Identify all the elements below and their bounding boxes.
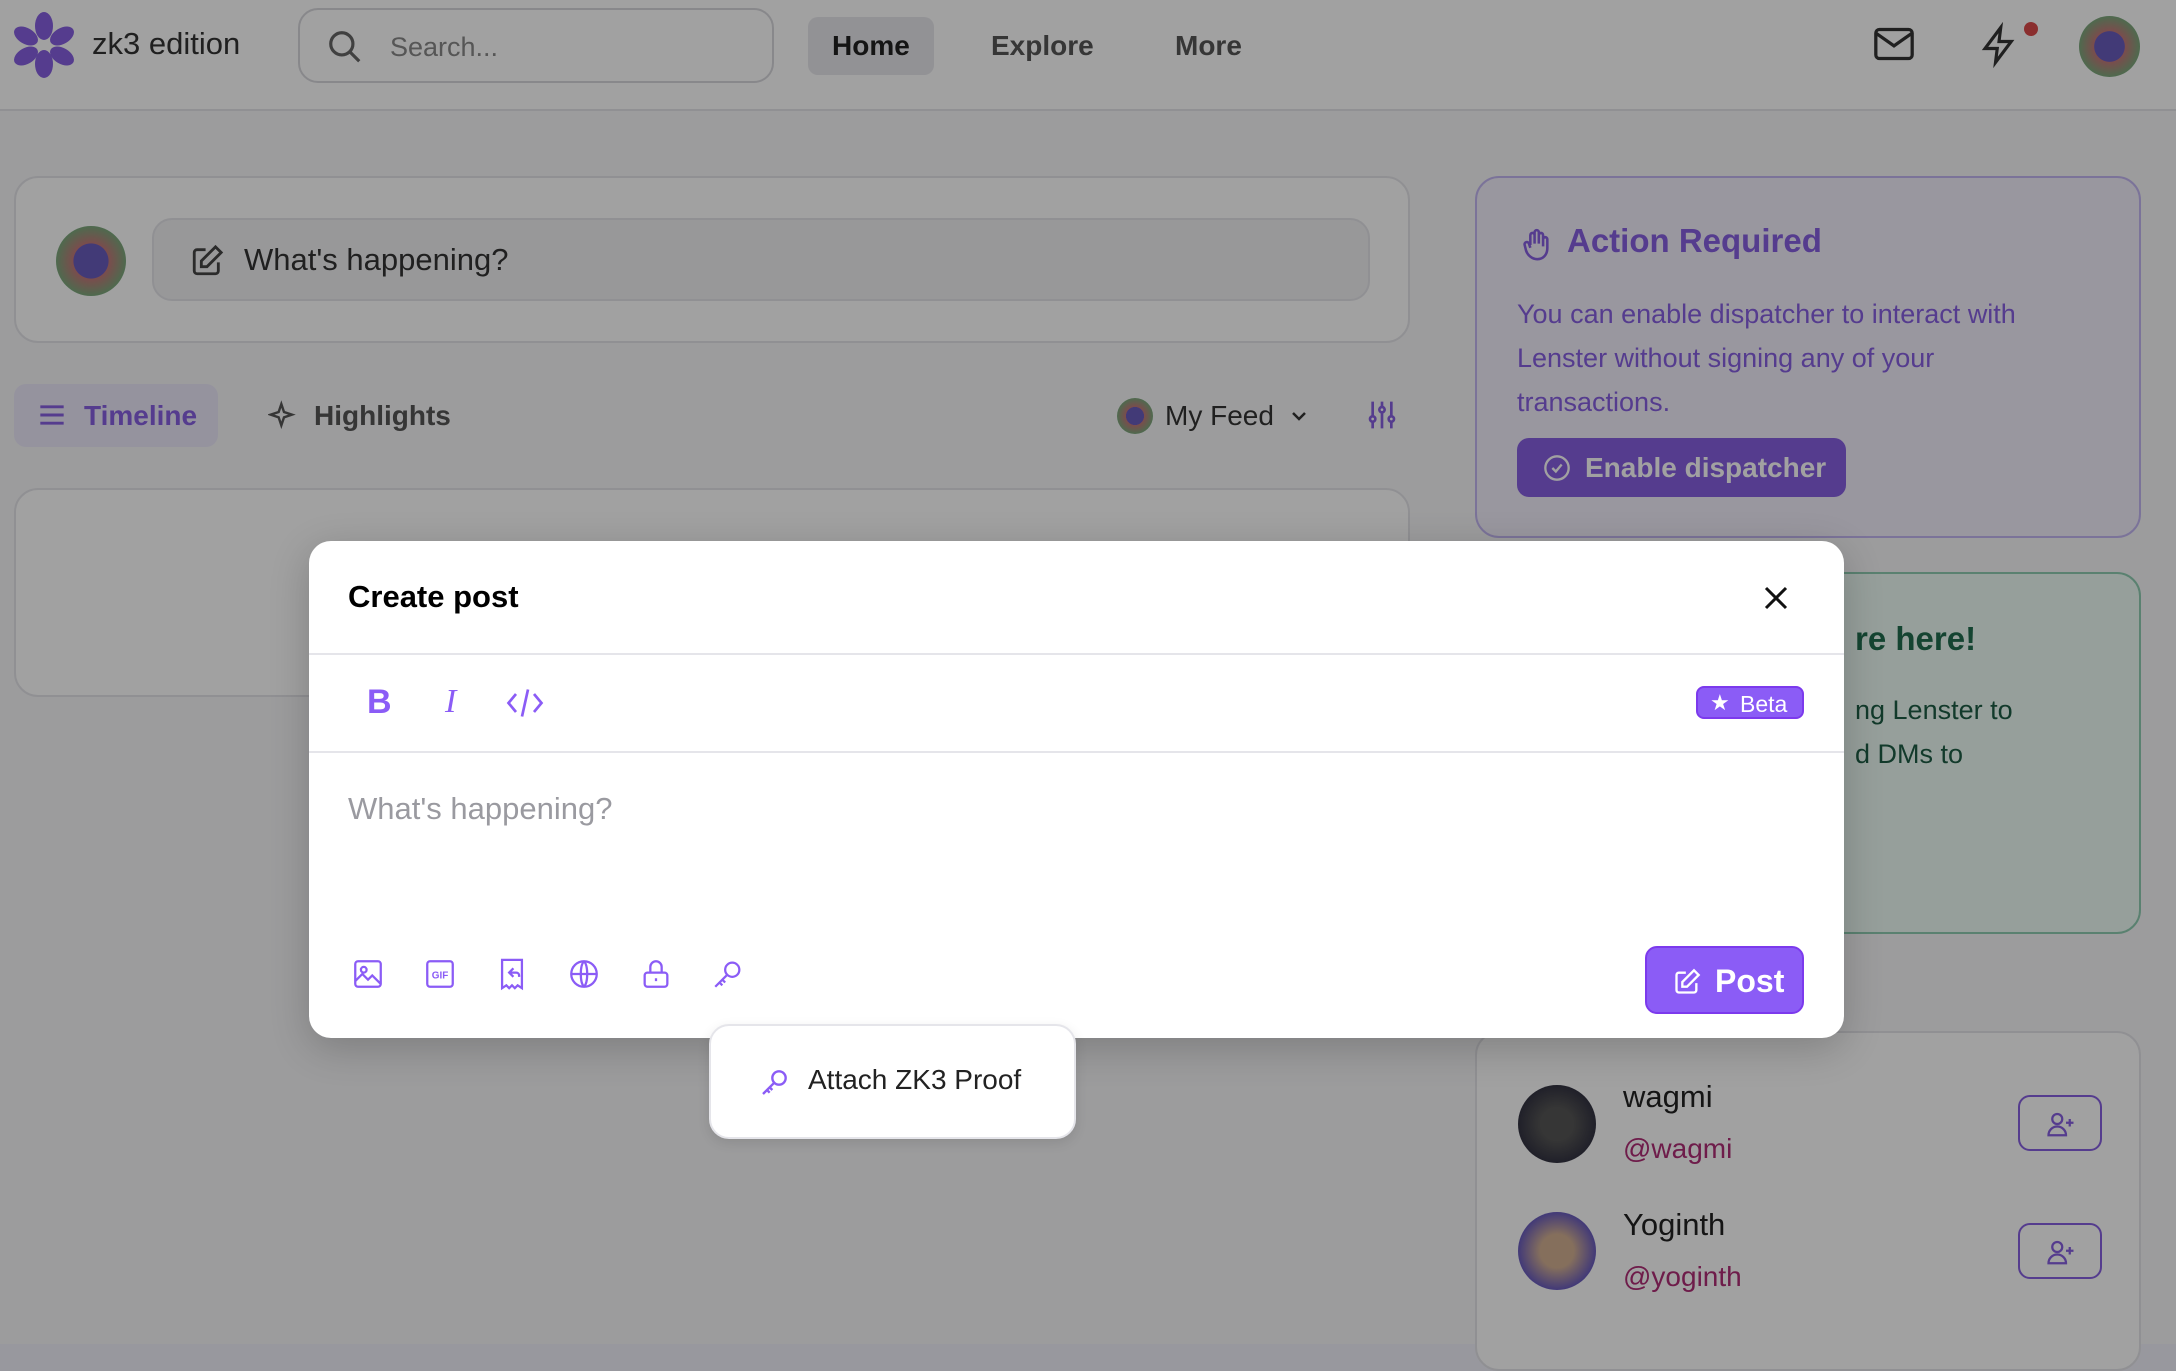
logo-icon [14, 12, 74, 78]
promo-title: re here! [1855, 620, 1977, 657]
follow-button[interactable] [2018, 1095, 2102, 1151]
logo-text: zk3 edition [92, 26, 241, 61]
who-to-follow-card: wagmi @wagmi Yoginth @yoginth [1475, 1031, 2141, 1371]
promo-body: ng Lenster to d DMs to [1855, 688, 2013, 776]
key-icon [762, 1070, 787, 1095]
key-icon[interactable] [711, 957, 745, 991]
check-circle-icon [1544, 455, 1570, 481]
tab-timeline-label: Timeline [84, 400, 198, 431]
post-editor[interactable]: What's happening? [348, 791, 612, 827]
feed-avatar [1117, 398, 1153, 434]
feed-select[interactable]: My Feed [1117, 396, 1317, 436]
lock-icon[interactable] [639, 957, 673, 991]
globe-icon[interactable] [567, 957, 601, 991]
attach-dropdown: Attach ZK3 Proof [709, 1024, 1076, 1139]
tab-timeline[interactable]: Timeline [14, 384, 218, 447]
hand-raised-icon [1523, 228, 1549, 261]
action-required-body: You can enable dispatcher to interact wi… [1517, 292, 2016, 424]
create-post-modal: Create post B I ★ Beta What's happening?… [309, 541, 1844, 1038]
enable-dispatcher-label: Enable dispatcher [1585, 452, 1827, 483]
beta-label: Beta [1740, 691, 1788, 717]
composer-input[interactable]: What's happening? [152, 218, 1370, 301]
avatar-yoginth[interactable] [1518, 1212, 1596, 1290]
tab-highlights[interactable]: Highlights [266, 384, 466, 447]
action-required-title: Action Required [1567, 222, 1822, 259]
feed-select-label: My Feed [1165, 400, 1274, 431]
enable-dispatcher-button[interactable]: Enable dispatcher [1517, 438, 1846, 497]
user-avatar[interactable] [2079, 16, 2140, 77]
svg-text:GIF: GIF [432, 970, 449, 981]
body-line: You can enable dispatcher to interact wi… [1517, 299, 2016, 329]
divider [309, 751, 1844, 753]
action-required-card: Action Required You can enable dispatche… [1475, 176, 2141, 538]
chevron-down-icon [1292, 412, 1306, 421]
bold-button[interactable]: B [367, 683, 392, 722]
profile-name[interactable]: wagmi [1623, 1079, 1713, 1115]
tab-highlights-label: Highlights [314, 400, 451, 431]
collect-icon[interactable] [495, 957, 529, 991]
pencil-square-icon [192, 244, 224, 276]
promo-line: ng Lenster to [1855, 695, 2013, 725]
avatar-wagmi[interactable] [1518, 1085, 1596, 1163]
promo-line: d DMs to [1855, 739, 1964, 769]
beta-badge: ★ Beta [1696, 686, 1804, 719]
attach-zk3-proof-label: Attach ZK3 Proof [808, 1064, 1022, 1095]
pencil-square-icon [1675, 968, 1701, 994]
notification-dot [2024, 22, 2038, 36]
profile-handle[interactable]: @wagmi [1623, 1133, 1732, 1165]
post-button[interactable]: Post [1645, 946, 1804, 1014]
modal-title: Create post [348, 579, 519, 614]
nav-home[interactable]: Home [808, 17, 934, 75]
notifications-bolt-icon[interactable] [1978, 22, 2020, 68]
code-icon[interactable] [505, 685, 545, 721]
divider [309, 653, 1844, 655]
composer-placeholder: What's happening? [244, 242, 509, 277]
image-icon[interactable] [351, 957, 385, 991]
filter-adjustments-icon[interactable] [1366, 398, 1398, 432]
star-icon: ★ [1710, 690, 1730, 715]
sparkles-icon [268, 400, 296, 430]
close-icon[interactable] [1761, 583, 1791, 613]
nav-more[interactable]: More [1151, 17, 1266, 75]
search-input[interactable]: Search... [298, 8, 774, 83]
profile-name[interactable]: Yoginth [1623, 1207, 1725, 1243]
nav-explore[interactable]: Explore [967, 17, 1118, 75]
gif-icon[interactable]: GIF [423, 957, 457, 991]
search-icon [329, 31, 361, 63]
follow-button[interactable] [2018, 1223, 2102, 1279]
mail-icon[interactable] [1872, 24, 1916, 64]
top-header: zk3 edition Search... Home Explore More [0, 0, 2176, 111]
list-icon [40, 405, 64, 425]
attach-zk3-proof-item[interactable]: Attach ZK3 Proof [711, 1026, 1074, 1137]
italic-button[interactable]: I [445, 683, 456, 721]
search-placeholder: Search... [390, 32, 499, 62]
body-line: transactions. [1517, 387, 1671, 417]
profile-handle[interactable]: @yoginth [1623, 1261, 1742, 1293]
user-plus-icon [2047, 1240, 2074, 1265]
body-line: Lenster without signing any of your [1517, 343, 1935, 373]
post-button-label: Post [1715, 963, 1785, 999]
user-plus-icon [2047, 1112, 2074, 1137]
composer-avatar [56, 226, 126, 296]
composer-card: What's happening? [14, 176, 1410, 343]
